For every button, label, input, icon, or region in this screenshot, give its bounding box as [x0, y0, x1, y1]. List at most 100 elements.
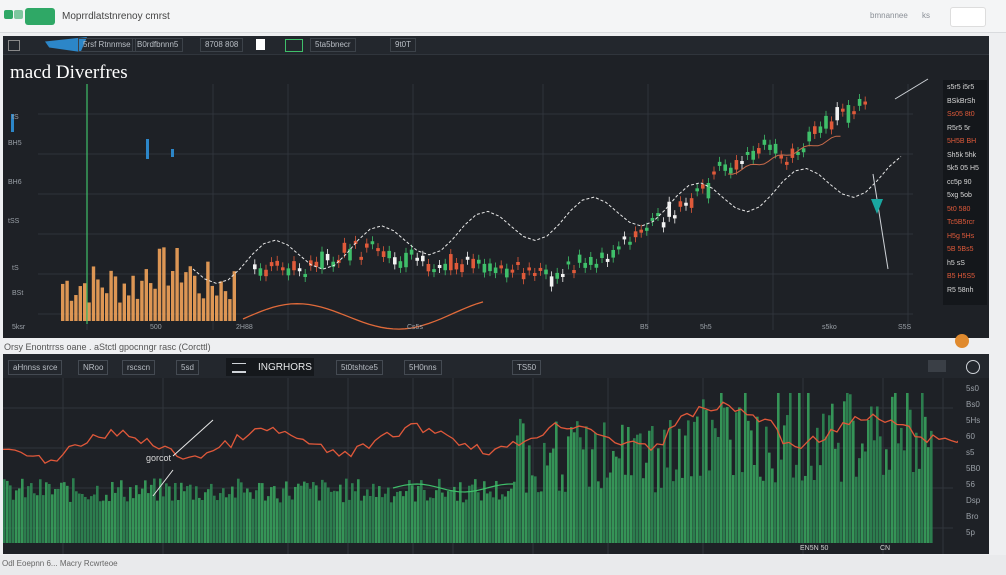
histogram-bar	[135, 485, 138, 543]
candle-body	[846, 105, 851, 123]
macd-scale-label: 56	[966, 480, 975, 489]
histogram-bar	[693, 421, 696, 543]
histogram-bar	[57, 488, 60, 543]
histogram-bar	[270, 487, 273, 543]
histogram-bar	[450, 490, 453, 543]
toolbar-square-icon[interactable]	[256, 39, 265, 50]
histogram-bar	[420, 480, 423, 543]
histogram-bar	[252, 498, 255, 543]
price-scale-label: cc5p 90	[947, 178, 972, 186]
histogram-bar	[129, 487, 132, 543]
histogram-bar	[786, 415, 789, 543]
top-right-badge: ks	[922, 11, 930, 20]
histogram-bar	[792, 477, 795, 543]
histogram-bar	[714, 428, 717, 543]
histogram-bar	[579, 437, 582, 543]
toolbar-chip-5[interactable]: 9t0T	[390, 38, 417, 52]
candle-body	[701, 184, 705, 189]
volume-bar	[223, 291, 228, 321]
histogram-bar	[390, 502, 393, 543]
toolbar-chip-1[interactable]: 5rsf Rtnnmse	[78, 38, 136, 52]
candle-body	[264, 269, 268, 277]
histogram-bar	[513, 481, 516, 543]
histogram-bar	[810, 465, 813, 543]
toolbar-chip-4[interactable]: 5ta5bnecr	[310, 38, 356, 52]
candle-body	[454, 262, 459, 270]
candle-body	[768, 144, 772, 150]
histogram-bar	[534, 476, 537, 543]
candle-body	[544, 269, 548, 275]
histogram-bar	[114, 492, 117, 543]
toolbar2-chip-7[interactable]: TS50	[512, 360, 542, 375]
toolbar2-chip-5[interactable]: 5t0tshtce5	[336, 360, 383, 375]
bottom-axis-label: S5S	[898, 324, 912, 331]
histogram-bar	[741, 472, 744, 543]
histogram-bar	[351, 483, 354, 543]
toolbar2-chip-6[interactable]: 5H0nns	[404, 360, 442, 375]
candle-body	[387, 250, 391, 259]
toolbar2-chip-3[interactable]: rscscn	[122, 360, 156, 375]
histogram-bar	[66, 485, 69, 543]
histogram-bar	[594, 432, 597, 543]
histogram-bar	[363, 495, 366, 543]
histogram-bar	[501, 494, 504, 543]
histogram-bar	[447, 491, 450, 543]
toolbar-chip-3[interactable]: 8708 808	[200, 38, 244, 52]
histogram-bar	[297, 483, 300, 543]
left-axis-label: BH6	[8, 179, 22, 186]
toolbar2-chip-2[interactable]: NRoo	[78, 360, 109, 375]
candle-body	[813, 126, 817, 134]
histogram-bar	[432, 498, 435, 543]
volume-bar	[153, 288, 157, 321]
histogram-bar	[30, 483, 33, 543]
histogram-bar	[684, 435, 687, 543]
bottom-axis-label: s5ko	[822, 324, 837, 331]
histogram-bar	[474, 479, 477, 543]
histogram-bar	[411, 485, 414, 543]
search-box[interactable]	[950, 7, 986, 27]
candle-body	[527, 267, 531, 271]
status-text: Odl Eoepnn 6... Macry Rcwrteoe	[2, 559, 118, 568]
histogram-bar	[561, 474, 564, 543]
histogram-bar	[855, 476, 858, 543]
toolbar2-chip-4[interactable]: 5sd	[176, 360, 199, 375]
histogram-bar	[699, 475, 702, 543]
histogram-bar	[399, 491, 402, 543]
histogram-bar	[921, 393, 924, 543]
toolbar2-chip-1[interactable]: aHnnss srce	[8, 360, 63, 375]
histogram-bar	[60, 482, 63, 543]
candle-body	[460, 264, 464, 273]
candle-body	[477, 259, 481, 264]
histogram-bar	[879, 436, 882, 543]
histogram-bar	[282, 488, 285, 543]
candle-body	[639, 229, 643, 233]
histogram-bar	[312, 482, 315, 543]
histogram-bar	[867, 419, 870, 543]
histogram-bar	[915, 432, 918, 543]
notification-bubble-icon[interactable]	[955, 334, 969, 348]
candle-body	[583, 262, 587, 268]
histogram-bar	[267, 496, 270, 543]
candle-body	[628, 241, 632, 245]
candle-body	[370, 241, 375, 245]
settings-icon[interactable]	[928, 360, 946, 372]
tab-button[interactable]	[25, 8, 55, 25]
histogram-bar	[360, 500, 363, 543]
chart-type-icon[interactable]	[285, 39, 303, 52]
toolbar-chip-2[interactable]: B0rdfbnnn5	[132, 38, 184, 52]
menu-icon[interactable]	[8, 40, 20, 51]
help-icon[interactable]	[966, 360, 980, 374]
histogram-bar	[636, 434, 639, 543]
macd-chart[interactable]	[3, 378, 958, 554]
histogram-bar	[144, 480, 147, 543]
histogram-bar	[834, 448, 837, 543]
candle-body	[303, 274, 307, 278]
price-chart[interactable]	[3, 54, 943, 338]
candle-body	[600, 252, 604, 258]
histogram-bar	[186, 486, 189, 543]
candle-body	[549, 276, 554, 287]
histogram-bar	[774, 482, 777, 543]
histogram-bar	[627, 426, 630, 543]
histogram-bar	[180, 482, 183, 543]
volume-bar	[69, 300, 74, 321]
